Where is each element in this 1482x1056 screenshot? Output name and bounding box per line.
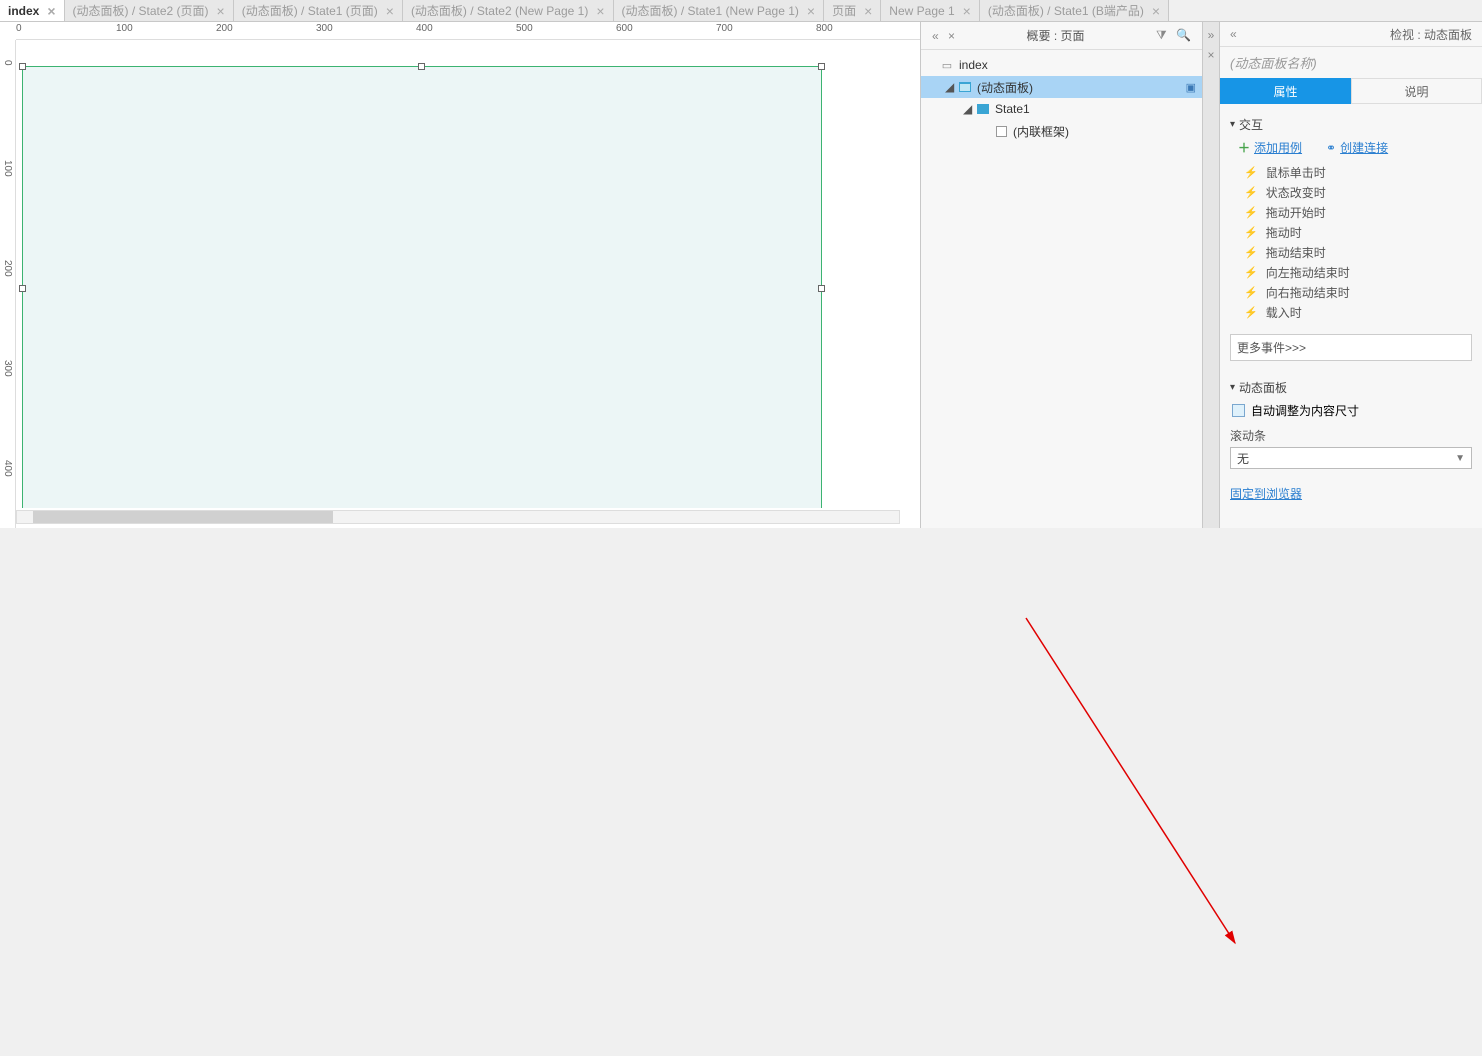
collapse-left-icon[interactable]: «	[1230, 27, 1237, 41]
caret-icon[interactable]: ◢	[945, 80, 957, 94]
pin-to-browser-link[interactable]: 固定到浏览器	[1230, 485, 1472, 502]
chevron-down-icon: ▼	[1455, 453, 1465, 464]
resize-handle[interactable]	[818, 285, 825, 292]
scrollbar-label: 滚动条	[1230, 427, 1472, 444]
outline-row[interactable]: (内联框架)	[921, 120, 1202, 142]
document-tab[interactable]: (动态面板) / State2 (New Page 1)×	[403, 0, 614, 21]
canvas-area[interactable]: 0100200300400500600700800 0100200300400	[0, 22, 920, 528]
document-tab[interactable]: (动态面板) / State1 (B端产品)×	[980, 0, 1169, 21]
interaction-event[interactable]: ⚡拖动结束时	[1244, 242, 1472, 262]
section-interactions[interactable]: ▾交互	[1230, 116, 1472, 133]
lightning-icon: ⚡	[1244, 246, 1258, 259]
more-events-button[interactable]: 更多事件>>>	[1230, 334, 1472, 361]
close-icon[interactable]: ×	[807, 4, 815, 18]
close-icon[interactable]: ×	[1152, 4, 1160, 18]
close-icon[interactable]: ×	[596, 4, 604, 18]
scrollbar-thumb[interactable]	[33, 511, 333, 523]
ruler-vertical: 0100200300400	[0, 40, 16, 528]
fit-to-content-label: 自动调整为内容尺寸	[1251, 402, 1359, 419]
chevron-down-icon: ▾	[1230, 119, 1235, 130]
outline-row[interactable]: ◢State1	[921, 98, 1202, 120]
interaction-event[interactable]: ⚡载入时	[1244, 302, 1472, 322]
collapse-left-icon[interactable]: «	[932, 29, 939, 43]
lightning-icon: ⚡	[1244, 286, 1258, 299]
document-tab[interactable]: index×	[0, 0, 65, 21]
link-icon: ⚭	[1326, 141, 1336, 155]
close-icon[interactable]: ×	[47, 4, 55, 18]
close-icon[interactable]: ×	[1207, 48, 1214, 62]
interaction-event[interactable]: ⚡向左拖动结束时	[1244, 262, 1472, 282]
scrollbar-select[interactable]: 无 ▼	[1230, 447, 1472, 469]
panel-divider[interactable]: » ×	[1202, 22, 1220, 528]
close-icon[interactable]: ×	[963, 4, 971, 18]
filter-icon[interactable]: ⧩	[1156, 28, 1167, 42]
outline-row[interactable]: ◢(动态面板)▣	[921, 76, 1202, 98]
close-icon[interactable]: ×	[864, 4, 872, 18]
inspector-panel: « 检视 : 动态面板 (动态面板名称) 属性 说明 ▾交互 ＋添加用例 ⚭创建…	[1220, 22, 1482, 528]
chevron-down-icon: ▾	[1230, 382, 1235, 393]
lightning-icon: ⚡	[1244, 206, 1258, 219]
interaction-event[interactable]: ⚡鼠标单击时	[1244, 162, 1472, 182]
tab-notes[interactable]: 说明	[1351, 78, 1482, 104]
interaction-event[interactable]: ⚡向右拖动结束时	[1244, 282, 1472, 302]
close-icon[interactable]: ×	[217, 4, 225, 18]
close-icon[interactable]: ×	[386, 4, 394, 18]
close-icon[interactable]: ×	[948, 29, 955, 43]
ruler-horizontal: 0100200300400500600700800	[16, 22, 920, 40]
add-case-link[interactable]: ＋添加用例	[1238, 139, 1302, 156]
widget-name-input[interactable]: (动态面板名称)	[1220, 47, 1482, 78]
document-tab[interactable]: New Page 1×	[881, 0, 980, 21]
search-icon[interactable]: 🔍	[1176, 28, 1191, 42]
iframe-icon	[993, 126, 1009, 137]
canvas[interactable]	[16, 40, 920, 508]
outline-row[interactable]: ▭index	[921, 54, 1202, 76]
state-icon	[975, 104, 991, 114]
selected-widget[interactable]	[22, 66, 822, 508]
document-tab[interactable]: (动态面板) / State1 (页面)×	[234, 0, 403, 21]
resize-handle[interactable]	[418, 63, 425, 70]
document-tab[interactable]: (动态面板) / State2 (页面)×	[65, 0, 234, 21]
lightning-icon: ⚡	[1244, 186, 1258, 199]
lightning-icon: ⚡	[1244, 166, 1258, 179]
plus-icon: ＋	[1238, 141, 1250, 155]
lightning-icon: ⚡	[1244, 306, 1258, 319]
tab-properties[interactable]: 属性	[1220, 78, 1351, 104]
caret-icon[interactable]: ◢	[963, 102, 975, 116]
interaction-event[interactable]: ⚡拖动开始时	[1244, 202, 1472, 222]
horizontal-scrollbar[interactable]	[16, 510, 900, 524]
create-link[interactable]: ⚭创建连接	[1326, 139, 1388, 156]
fit-to-content-checkbox[interactable]	[1232, 404, 1245, 417]
edit-icon[interactable]: ▣	[1186, 81, 1196, 94]
dynamic-panel-icon	[957, 82, 973, 92]
lightning-icon: ⚡	[1244, 266, 1258, 279]
resize-handle[interactable]	[818, 63, 825, 70]
document-tab[interactable]: (动态面板) / State1 (New Page 1)×	[614, 0, 825, 21]
expand-right-icon[interactable]: »	[1208, 28, 1215, 42]
lightning-icon: ⚡	[1244, 226, 1258, 239]
interaction-event[interactable]: ⚡拖动时	[1244, 222, 1472, 242]
inspector-title: 检视 : 动态面板	[1390, 26, 1472, 43]
resize-handle[interactable]	[19, 285, 26, 292]
outline-title: 概要 : 页面	[1027, 27, 1085, 44]
page-icon: ▭	[939, 59, 955, 72]
document-tab[interactable]: 页面×	[824, 0, 881, 21]
resize-handle[interactable]	[19, 63, 26, 70]
interaction-event[interactable]: ⚡状态改变时	[1244, 182, 1472, 202]
section-dynamic-panel[interactable]: ▾动态面板	[1230, 379, 1472, 396]
outline-panel: « × 概要 : 页面 ⧩ 🔍 ▭index◢(动态面板)▣◢State1(内联…	[920, 22, 1202, 528]
